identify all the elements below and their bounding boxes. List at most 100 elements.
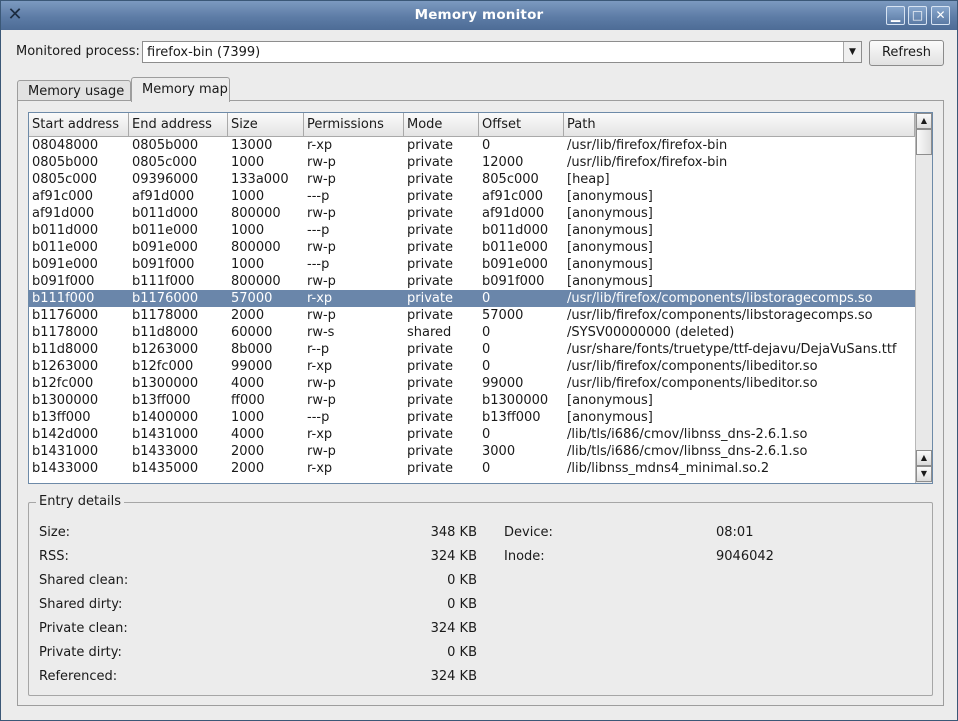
title-bar[interactable]: ✕ Memory monitor ▁ □ ✕ bbox=[1, 1, 957, 30]
maximize-icon: □ bbox=[911, 8, 924, 22]
detail-value: 08:01 bbox=[716, 525, 754, 540]
table-row[interactable]: b011d000 b011e000 1000 ---p private b011d000 [… bbox=[29, 222, 915, 239]
cell-mode: private bbox=[407, 342, 453, 357]
table-row[interactable]: b1300000 b13ff000 ff000 rw-p private b1300000… bbox=[29, 392, 915, 409]
memory-map-table: Start address End address Size Permissions M… bbox=[28, 112, 933, 484]
cell-size: 99000 bbox=[231, 359, 273, 374]
vertical-scrollbar[interactable]: ▲ ▲ ▼ bbox=[915, 113, 932, 483]
table-row[interactable]: b1178000 b11d8000 60000 rw-s shared 0/SYSV000… bbox=[29, 324, 915, 341]
cell-end-address: b1431000 bbox=[132, 427, 199, 442]
table-row[interactable]: b142d000 b1431000 4000 r-xp private 0/lib/tls… bbox=[29, 426, 915, 443]
table-row[interactable]: b091e000 b091f000 1000 ---p private b091e000 [… bbox=[29, 256, 915, 273]
tab-memory-usage[interactable]: Memory usage bbox=[17, 80, 131, 101]
cell-permissions: rw-p bbox=[307, 172, 336, 187]
column-header-offset[interactable]: Offset bbox=[479, 113, 564, 136]
cell-end-address: b111f000 bbox=[132, 274, 195, 289]
maximize-button[interactable]: □ bbox=[908, 6, 927, 25]
monitored-process-label: Monitored process: bbox=[16, 44, 140, 59]
table-row[interactable]: b011e000 b091e000 800000 rw-p private b011e00… bbox=[29, 239, 915, 256]
table-row[interactable]: b111f000 b1176000 57000 r-xp private 0/usr/li… bbox=[29, 290, 915, 307]
cell-path: [anonymous] bbox=[567, 206, 653, 221]
column-header-end-address[interactable]: End address bbox=[129, 113, 228, 136]
cell-start-address: b1176000 bbox=[32, 308, 99, 323]
cell-permissions: rw-p bbox=[307, 274, 336, 289]
table-row[interactable]: b13ff000 b1400000 1000 ---p private b13ff000 [… bbox=[29, 409, 915, 426]
cell-path: [anonymous] bbox=[567, 240, 653, 255]
table-row[interactable]: b091f000 b111f000 800000 rw-p private b091f00… bbox=[29, 273, 915, 290]
cell-start-address: b091f000 bbox=[32, 274, 95, 289]
cell-end-address: b1176000 bbox=[132, 291, 199, 306]
cell-end-address: b1178000 bbox=[132, 308, 199, 323]
cell-size: 1000 bbox=[231, 410, 265, 425]
refresh-button[interactable]: Refresh bbox=[869, 40, 944, 66]
table-row[interactable]: b1433000 b1435000 2000 r-xp private 0/lib/lib… bbox=[29, 460, 915, 477]
cell-offset: 57000 bbox=[482, 308, 524, 323]
cell-offset: 99000 bbox=[482, 376, 524, 391]
cell-permissions: r-xp bbox=[307, 291, 333, 306]
scroll-up-icon[interactable]: ▲ bbox=[916, 113, 932, 129]
cell-permissions: rw-p bbox=[307, 240, 336, 255]
cell-permissions: ---p bbox=[307, 257, 330, 272]
cell-permissions: r-xp bbox=[307, 359, 333, 374]
column-header-permissions[interactable]: Permissions bbox=[304, 113, 404, 136]
table-row[interactable]: b12fc000 b1300000 4000 rw-p private 99000/usr… bbox=[29, 375, 915, 392]
cell-permissions: r-xp bbox=[307, 138, 333, 153]
process-combo[interactable]: firefox-bin (7399) ▼ bbox=[142, 41, 862, 63]
cell-end-address: b011d000 bbox=[132, 206, 199, 221]
cell-mode: private bbox=[407, 274, 453, 289]
cell-mode: private bbox=[407, 172, 453, 187]
scroll-down-icon[interactable]: ▼ bbox=[916, 466, 932, 482]
table-row[interactable]: 0805c000 09396000 133a000 rw-p private 805c00… bbox=[29, 171, 915, 188]
table-row[interactable]: 0805b000 0805c000 1000 rw-p private 12000/usr… bbox=[29, 154, 915, 171]
tab-memory-map[interactable]: Memory map bbox=[131, 77, 230, 102]
cell-start-address: b1178000 bbox=[32, 325, 99, 340]
cell-end-address: b1400000 bbox=[132, 410, 199, 425]
cell-mode: private bbox=[407, 427, 453, 442]
cell-size: 2000 bbox=[231, 461, 265, 476]
cell-path: [anonymous] bbox=[567, 223, 653, 238]
table-row[interactable]: b1176000 b1178000 2000 rw-p private 57000/usr… bbox=[29, 307, 915, 324]
cell-offset: 805c000 bbox=[482, 172, 539, 187]
table-row[interactable]: af91d000 b011d000 800000 rw-p private af91d00… bbox=[29, 205, 915, 222]
cell-start-address: b011d000 bbox=[32, 223, 99, 238]
cell-permissions: ---p bbox=[307, 410, 330, 425]
table-row[interactable]: af91c000 af91d000 1000 ---p private af91c000 [… bbox=[29, 188, 915, 205]
cell-mode: private bbox=[407, 308, 453, 323]
table-row[interactable]: b1431000 b1433000 2000 rw-p private 3000/lib/… bbox=[29, 443, 915, 460]
column-header-size[interactable]: Size bbox=[228, 113, 304, 136]
column-header-start-address[interactable]: Start address bbox=[29, 113, 129, 136]
column-header-path[interactable]: Path bbox=[564, 113, 915, 136]
detail-value: 9046042 bbox=[716, 549, 774, 564]
cell-start-address: af91c000 bbox=[32, 189, 94, 204]
cell-size: 1000 bbox=[231, 155, 265, 170]
cell-offset: 0 bbox=[482, 359, 491, 374]
cell-start-address: b11d8000 bbox=[32, 342, 99, 357]
minimize-button[interactable]: ▁ bbox=[886, 6, 905, 25]
cell-start-address: b13ff000 bbox=[32, 410, 91, 425]
detail-label: Device: bbox=[504, 525, 553, 540]
detail-label: RSS: bbox=[39, 549, 69, 564]
table-row[interactable]: 08048000 0805b000 13000 r-xp private 0/usr/li… bbox=[29, 137, 915, 154]
detail-value: 324 KB bbox=[430, 621, 477, 636]
scrollbar-thumb[interactable] bbox=[916, 129, 932, 155]
cell-start-address: b1431000 bbox=[32, 444, 99, 459]
cell-size: 1000 bbox=[231, 257, 265, 272]
cell-size: 800000 bbox=[231, 240, 281, 255]
minimize-icon: ▁ bbox=[890, 8, 901, 22]
memory-map-panel: Start address End address Size Permissions M… bbox=[17, 100, 944, 706]
chevron-down-icon[interactable]: ▼ bbox=[843, 42, 861, 62]
cell-size: 1000 bbox=[231, 223, 265, 238]
cell-path: /lib/tls/i686/cmov/libnss_dns-2.6.1.so bbox=[567, 444, 808, 459]
detail-label: Size: bbox=[39, 525, 71, 540]
table-header: Start address End address Size Permissions M… bbox=[29, 113, 915, 137]
close-button[interactable]: ✕ bbox=[931, 6, 950, 25]
scroll-up-lower-icon[interactable]: ▲ bbox=[916, 450, 932, 466]
detail-value: 324 KB bbox=[430, 669, 477, 684]
entry-details-title: Entry details bbox=[36, 494, 125, 509]
table-row[interactable]: b1263000 b12fc000 99000 r-xp private 0/usr/li… bbox=[29, 358, 915, 375]
cell-offset: 0 bbox=[482, 427, 491, 442]
close-icon: ✕ bbox=[935, 8, 946, 22]
column-header-mode[interactable]: Mode bbox=[404, 113, 479, 136]
table-row[interactable]: b11d8000 b1263000 8b000 r--p private 0/usr/sh… bbox=[29, 341, 915, 358]
cell-end-address: b12fc000 bbox=[132, 359, 194, 374]
